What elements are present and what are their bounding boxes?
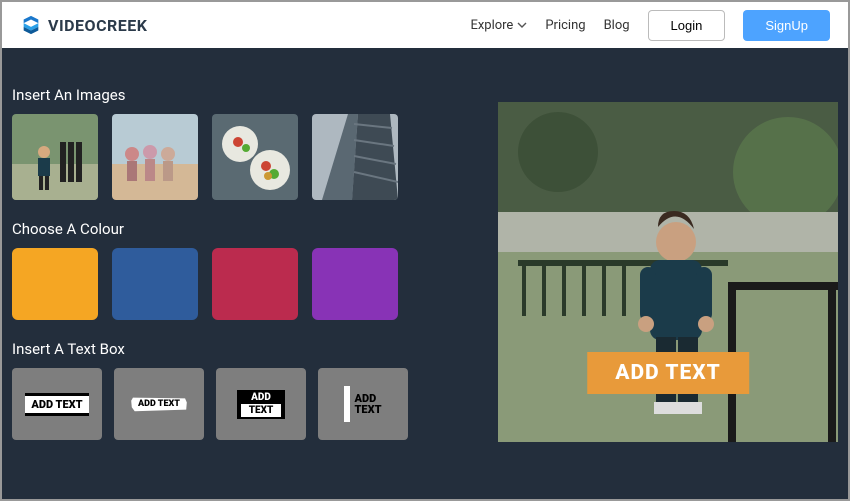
brand-text: VIDEOCREEK bbox=[48, 16, 147, 35]
section-title-textbox: Insert A Text Box bbox=[12, 340, 478, 358]
textbox-template-3[interactable]: ADDTEXT bbox=[216, 368, 306, 440]
colour-swatch-purple[interactable] bbox=[312, 248, 398, 320]
colour-swatches bbox=[12, 248, 478, 320]
brand-logo[interactable]: VIDEOCREEK bbox=[20, 14, 147, 36]
textbox-templates: ADD TEXT ADD TEXT ADDTEXT ADDTEXT bbox=[12, 368, 478, 440]
textbox-template-2[interactable]: ADD TEXT bbox=[114, 368, 204, 440]
canvas-text-banner[interactable]: ADD TEXT bbox=[587, 352, 749, 394]
section-title-images: Insert An Images bbox=[12, 86, 478, 104]
image-thumb-runner[interactable] bbox=[12, 114, 98, 200]
top-nav: VIDEOCREEK Explore Pricing Blog Login Si… bbox=[2, 2, 848, 48]
colour-swatch-red[interactable] bbox=[212, 248, 298, 320]
nav-pricing[interactable]: Pricing bbox=[545, 18, 585, 33]
image-thumb-building[interactable] bbox=[312, 114, 398, 200]
logo-icon bbox=[20, 14, 42, 36]
editor-main: Insert An Images Choose A Colour Insert … bbox=[2, 48, 848, 442]
signup-button[interactable]: SignUp bbox=[743, 10, 830, 41]
image-thumb-beach[interactable] bbox=[112, 114, 198, 200]
textbox-template-4[interactable]: ADDTEXT bbox=[318, 368, 408, 440]
colour-swatch-orange[interactable] bbox=[12, 248, 98, 320]
login-button[interactable]: Login bbox=[648, 10, 726, 41]
nav-blog[interactable]: Blog bbox=[604, 18, 630, 33]
colour-swatch-blue[interactable] bbox=[112, 248, 198, 320]
chevron-down-icon bbox=[517, 20, 527, 30]
section-title-colour: Choose A Colour bbox=[12, 220, 478, 238]
nav-explore[interactable]: Explore bbox=[470, 18, 527, 33]
options-panel: Insert An Images Choose A Colour Insert … bbox=[12, 66, 478, 442]
image-thumbs bbox=[12, 114, 478, 200]
canvas-preview[interactable]: ADD TEXT bbox=[498, 102, 838, 442]
textbox-template-1[interactable]: ADD TEXT bbox=[12, 368, 102, 440]
nav-links: Explore Pricing Blog Login SignUp bbox=[470, 10, 830, 41]
image-thumb-food[interactable] bbox=[212, 114, 298, 200]
